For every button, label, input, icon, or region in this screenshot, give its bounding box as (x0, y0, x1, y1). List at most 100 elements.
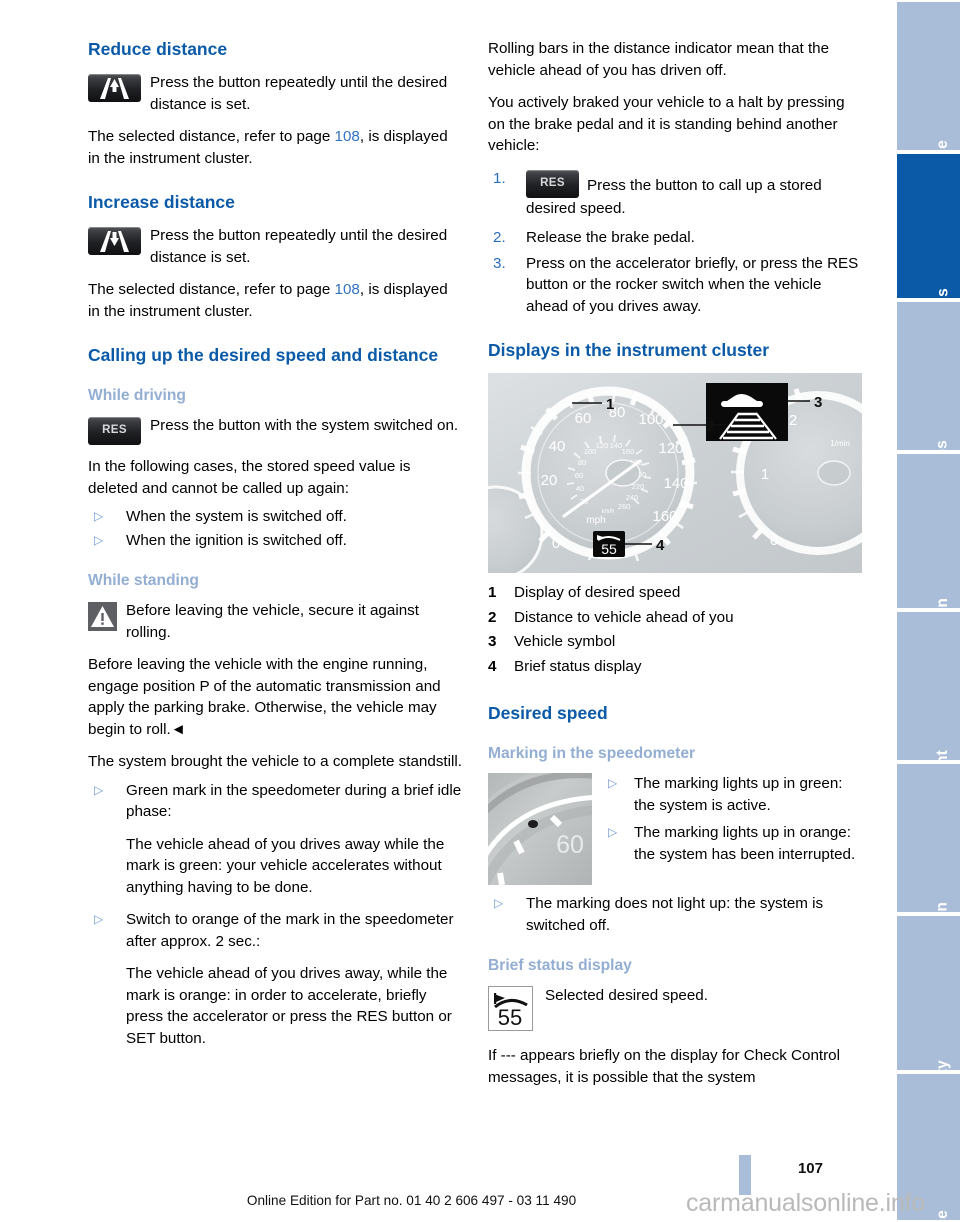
callout-2: 2 (706, 418, 714, 435)
list-item: ▷ When the system is switched off. (88, 506, 462, 528)
marking-bullets-below: ▷ The marking does not light up: the sys… (488, 893, 862, 936)
increase-distance-text: Press the button repeatedly until the de… (150, 227, 448, 266)
heading-calling-up-desired-speed: Calling up the desired speed and distanc… (88, 345, 439, 365)
svg-text:40: 40 (576, 484, 584, 493)
svg-text:0: 0 (552, 535, 560, 552)
svg-text:100: 100 (584, 447, 597, 456)
heading-displays-instrument-cluster: Displays in the instrument cluster (488, 340, 770, 360)
marking-bullet-list: ▷ The marking lights up in green: the sy… (608, 773, 862, 865)
bullet-text: Green mark in the speedometer during a b… (126, 781, 462, 821)
reduce-distance-text: Press the button repeatedly until the de… (150, 74, 448, 113)
tab-label: Reference (934, 1210, 952, 1222)
list-item: ▷ The marking lights up in green: the sy… (608, 773, 862, 816)
legend-number: 4 (488, 657, 497, 675)
list-item: 1. RES Press the button to call up a sto… (488, 168, 862, 220)
warning-text: Before leaving the vehicle, secure it ag… (126, 602, 419, 641)
table-row: 2 Distance to vehicle ahead of you (488, 607, 734, 632)
left-column: Reduce distance Press the button repeate… (88, 38, 462, 1060)
chapter-tab-rail: At a glance Controls Driving tips Naviga… (897, 0, 960, 1222)
sidebar-item-communication[interactable]: Communication (897, 762, 960, 1022)
instrument-cluster-figure: 0 20 40 60 80 100 120 140 160 40 60 80 1… (488, 373, 862, 573)
triangle-bullet-icon: ▷ (494, 896, 504, 910)
while-standing-bullets-2: ▷ Switch to orange of the mark in the sp… (88, 909, 462, 952)
svg-text:140: 140 (610, 441, 623, 450)
marking-illustration-block: 60 ▷ The marking lights up in green: the… (488, 773, 862, 885)
marking-dot (528, 820, 538, 828)
triangle-bullet-icon: ▷ (94, 532, 104, 547)
list-item: ▷ Switch to orange of the mark in the sp… (88, 909, 462, 952)
legend-text: Vehicle symbol (514, 633, 616, 650)
sidebar-item-navigation[interactable]: Navigation (897, 452, 960, 679)
sidebar-item-mobility[interactable]: Mobility (897, 914, 960, 1120)
reduce-distance-paragraph: The selected distance, refer to page 108… (88, 126, 462, 169)
speedometer-marking-thumbnail: 60 (488, 773, 592, 885)
res-button-icon[interactable]: RES (526, 169, 579, 198)
bullet-text: When the system is switched off. (126, 508, 347, 525)
triangle-bullet-icon: ▷ (94, 782, 104, 797)
warning-triangle-glyph (91, 606, 114, 627)
triangle-bullet-icon: ▷ (94, 912, 104, 926)
road-narrow-glyph (100, 78, 129, 99)
legend-number: 2 (488, 608, 497, 626)
subheading-while-driving: While driving (88, 387, 186, 404)
tach-unit-label: 1/min (830, 439, 850, 448)
legend-number: 3 (488, 633, 497, 650)
sidebar-item-entertainment[interactable]: Entertainment (897, 610, 960, 857)
while-driving-intro: In the following cases, the stored speed… (88, 458, 411, 497)
while-standing-bullets: ▷ Green mark in the speedometer during a… (88, 780, 462, 823)
triangle-bullet-icon: ▷ (608, 776, 618, 790)
orange-mark-body: The vehicle ahead of you drives away, wh… (126, 965, 452, 1047)
right-column: Rolling bars in the distance indicator m… (488, 38, 862, 1099)
bullet-text: When the ignition is switched off. (126, 531, 347, 549)
sidebar-item-driving-tips[interactable]: Driving tips (897, 300, 960, 528)
page-link-108[interactable]: 108 (335, 128, 360, 145)
svg-text:2: 2 (789, 412, 797, 429)
bullet-text: The marking lights up in orange: the sys… (634, 824, 856, 863)
reduce-distance-icon[interactable] (88, 74, 141, 102)
step-text: Press on the accelerator briefly, or pre… (526, 254, 859, 315)
svg-text:140: 140 (663, 475, 688, 492)
triangle-bullet-icon: ▷ (608, 825, 618, 839)
increase-distance-instruction: Press the button repeatedly until the de… (88, 225, 462, 268)
svg-text:160: 160 (622, 447, 635, 456)
brief-status-instruction: 55 Selected desired speed. (488, 985, 862, 1031)
para-a: The selected distance, refer to page (88, 128, 335, 145)
subheading-while-standing: While standing (88, 572, 199, 589)
while-driving-instruction: RES Press the button with the system swi… (88, 415, 462, 445)
svg-text:240: 240 (626, 493, 639, 502)
svg-text:260: 260 (618, 502, 631, 511)
brief-status-text: Selected desired speed. (545, 987, 708, 1004)
step-number: 1. (493, 169, 506, 187)
res-button-icon[interactable]: RES (88, 417, 141, 445)
legend-text: Display of desired speed (514, 584, 681, 601)
table-row: 4 Brief status display (488, 656, 734, 681)
mph-unit-label: mph (586, 515, 605, 526)
intro-paragraph-2: You actively braked your vehicle to a ha… (488, 94, 845, 154)
sidebar-item-at-a-glance[interactable]: At a glance (897, 0, 960, 225)
page-link-108[interactable]: 108 (335, 281, 360, 298)
svg-text:1: 1 (761, 466, 769, 483)
table-row: 3 Vehicle symbol (488, 631, 734, 656)
increase-distance-icon[interactable] (88, 227, 141, 255)
list-item: ▷ The marking lights up in orange: the s… (608, 822, 862, 865)
brief-status-badge: 55 (593, 531, 625, 557)
legend-text: Brief status display (514, 657, 642, 675)
badge-value: 55 (601, 541, 617, 557)
heading-reduce-distance: Reduce distance (88, 39, 228, 59)
para-a: The selected distance, refer to page (88, 281, 335, 298)
figure-legend: 1 Display of desired speed 2 Distance to… (488, 582, 734, 680)
brief-status-value: 55 (498, 1005, 522, 1030)
reduce-distance-instruction: Press the button repeatedly until the de… (88, 72, 462, 115)
while-driving-text: Press the button with the system switche… (150, 417, 459, 434)
list-item: 3. Press on the accelerator briefly, or … (488, 253, 862, 318)
heading-increase-distance: Increase distance (88, 192, 235, 212)
sidebar-item-controls[interactable]: Controls (897, 152, 960, 353)
callout-1: 1 (606, 396, 614, 413)
speed-limit-glyph: 55 (494, 993, 528, 1030)
step-number: 2. (493, 229, 506, 246)
bullet-text: The marking does not light up: the syste… (526, 895, 824, 934)
res-button-label: RES (102, 424, 127, 437)
distance-info-box (706, 383, 788, 441)
callout-3: 3 (814, 394, 822, 411)
bullet-text: The marking lights up in green: the syst… (634, 775, 843, 814)
